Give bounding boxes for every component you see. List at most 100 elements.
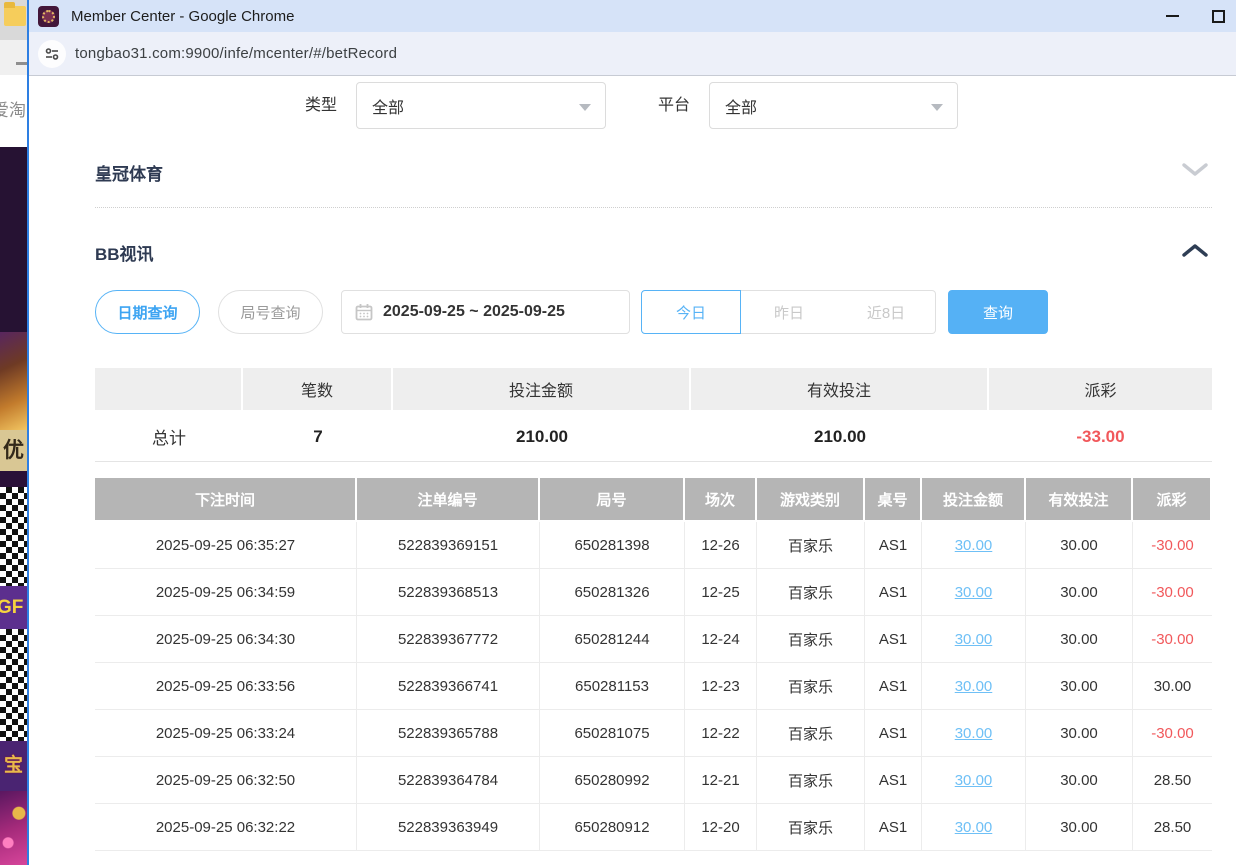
qr-code-fragment (0, 487, 27, 586)
search-button[interactable]: 查询 (948, 290, 1048, 334)
table-row: 2025-09-25 06:34:59522839368513650281326… (95, 569, 1212, 616)
table-cell: 百家乐 (757, 710, 865, 757)
qr-code-fragment (0, 629, 27, 741)
summary-header-cell (95, 368, 243, 412)
site-favicon-icon (38, 6, 59, 27)
background-text-fragment: GF (0, 586, 27, 629)
summary-total-row: 总计7210.00210.00-33.00 (95, 412, 1212, 462)
table-cell: 12-26 (685, 522, 757, 569)
table-cell: 650280912 (540, 804, 685, 851)
type-filter-select[interactable]: 全部 (356, 82, 606, 129)
table-cell: 522839365788 (357, 710, 540, 757)
summary-header-row: 笔数投注金额有效投注派彩 (95, 368, 1212, 412)
table-cell: 30.00 (1026, 757, 1133, 804)
table-cell: 650281326 (540, 569, 685, 616)
table-header-row: 下注时间注单编号局号场次游戏类别桌号投注金额有效投注派彩 (95, 478, 1212, 522)
bet-amount-link[interactable]: 30.00 (955, 678, 993, 695)
folder-icon (4, 6, 26, 26)
table-row: 2025-09-25 06:35:27522839369151650281398… (95, 522, 1212, 569)
section-divider (95, 207, 1212, 208)
table-cell: 522839366741 (357, 663, 540, 710)
table-cell: 650281153 (540, 663, 685, 710)
table-cell: 2025-09-25 06:34:59 (95, 569, 357, 616)
background-text-fragment: 宝 (0, 741, 27, 791)
table-cell: 2025-09-25 06:33:56 (95, 663, 357, 710)
round-query-button[interactable]: 局号查询 (218, 290, 323, 334)
table-cell: 2025-09-25 06:32:50 (95, 757, 357, 804)
bet-amount-link[interactable]: 30.00 (955, 537, 993, 554)
table-cell: AS1 (865, 663, 922, 710)
table-row: 2025-09-25 06:33:56522839366741650281153… (95, 663, 1212, 710)
summary-cell: 210.00 (393, 412, 691, 462)
yesterday-button[interactable]: 昨日 (740, 290, 838, 334)
table-cell: 30.00 (1026, 616, 1133, 663)
bet-amount-link[interactable]: 30.00 (955, 725, 993, 742)
table-cell: -30.00 (1133, 616, 1212, 663)
table-header-cell: 游戏类别 (757, 478, 865, 522)
table-cell: 12-25 (685, 569, 757, 616)
table-cell: 12-20 (685, 804, 757, 851)
table-cell: AS1 (865, 616, 922, 663)
summary-header-cell: 有效投注 (691, 368, 989, 412)
table-header-cell: 桌号 (865, 478, 922, 522)
table-cell: 30.00 (1026, 804, 1133, 851)
table-cell: 12-24 (685, 616, 757, 663)
last-8-days-button[interactable]: 近8日 (837, 290, 936, 334)
table-cell: 2025-09-25 06:35:27 (95, 522, 357, 569)
desktop-fragment (0, 0, 27, 40)
table-cell: AS1 (865, 522, 922, 569)
maximize-icon (1212, 10, 1225, 23)
bet-amount-link[interactable]: 30.00 (955, 584, 993, 601)
section-title-bb-video: BB视讯 (95, 240, 154, 265)
window-title: Member Center - Google Chrome (71, 8, 294, 25)
collapse-toggle-crown-sports[interactable] (1181, 162, 1209, 183)
table-cell: 30.00 (922, 569, 1026, 616)
table-cell: AS1 (865, 757, 922, 804)
date-range-picker[interactable]: 2025-09-25 ~ 2025-09-25 (341, 290, 630, 334)
minimize-button[interactable] (1150, 0, 1194, 32)
table-cell: 百家乐 (757, 804, 865, 851)
table-cell: 30.00 (1026, 710, 1133, 757)
table-cell: 30.00 (1133, 663, 1212, 710)
summary-table: 笔数投注金额有效投注派彩 总计7210.00210.00-33.00 (95, 368, 1212, 462)
bet-amount-link[interactable]: 30.00 (955, 772, 993, 789)
chevron-up-icon (1181, 242, 1209, 258)
table-cell: 30.00 (1026, 522, 1133, 569)
table-cell: 百家乐 (757, 757, 865, 804)
table-header-cell: 注单编号 (357, 478, 540, 522)
table-cell: 30.00 (1026, 663, 1133, 710)
table-header-cell: 有效投注 (1026, 478, 1133, 522)
table-row: 2025-09-25 06:33:24522839365788650281075… (95, 710, 1212, 757)
chevron-down-icon (579, 104, 591, 111)
chevron-down-icon (1181, 162, 1209, 178)
table-row: 2025-09-25 06:34:30522839367772650281244… (95, 616, 1212, 663)
chevron-down-icon (931, 104, 943, 111)
collapse-toggle-bb-video[interactable] (1181, 242, 1209, 263)
summary-cell: 210.00 (691, 412, 989, 462)
table-cell: 650281244 (540, 616, 685, 663)
type-filter-value: 全部 (372, 94, 404, 118)
table-cell: -30.00 (1133, 522, 1212, 569)
platform-filter-select[interactable]: 全部 (709, 82, 958, 129)
bet-amount-link[interactable]: 30.00 (955, 631, 993, 648)
bet-record-table: 下注时间注单编号局号场次游戏类别桌号投注金额有效投注派彩 2025-09-25 … (95, 478, 1212, 851)
table-cell: 百家乐 (757, 616, 865, 663)
background-banner (0, 147, 27, 332)
minimize-icon (1166, 15, 1179, 17)
background-text-fragment: 爱淘 (0, 75, 27, 147)
window-titlebar[interactable]: Member Center - Google Chrome (29, 0, 1236, 32)
table-cell: 522839368513 (357, 569, 540, 616)
url-text[interactable]: tongbao31.com:9900/infe/mcenter/#/betRec… (75, 45, 397, 62)
table-cell: AS1 (865, 569, 922, 616)
date-query-button[interactable]: 日期查询 (95, 290, 200, 334)
maximize-button[interactable] (1196, 0, 1236, 32)
today-button[interactable]: 今日 (641, 290, 741, 334)
table-header-cell: 局号 (540, 478, 685, 522)
site-settings-icon[interactable] (38, 40, 66, 68)
summary-cell: 7 (243, 412, 393, 462)
table-header-cell: 派彩 (1133, 478, 1212, 522)
table-cell: 28.50 (1133, 804, 1212, 851)
bet-amount-link[interactable]: 30.00 (955, 819, 993, 836)
address-bar[interactable]: tongbao31.com:9900/infe/mcenter/#/betRec… (29, 32, 1236, 76)
table-header-cell: 投注金额 (922, 478, 1026, 522)
